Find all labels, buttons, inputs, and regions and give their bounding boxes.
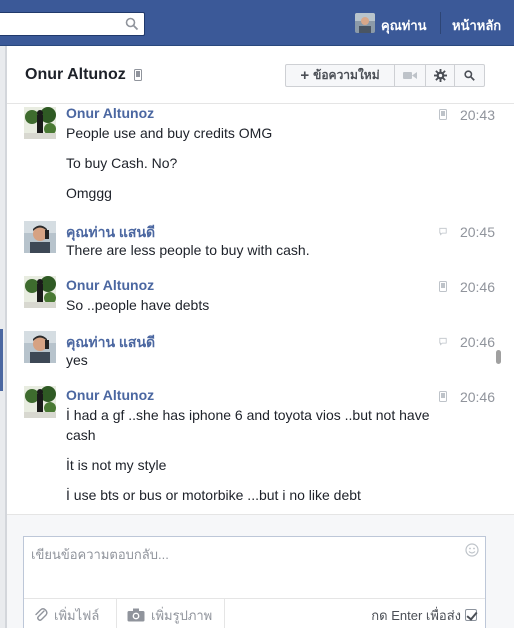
avatar[interactable] bbox=[24, 276, 56, 308]
video-camera-icon bbox=[403, 72, 417, 79]
message-group: คุณท่าน แสนดี 20:45 There are less peopl… bbox=[7, 221, 503, 271]
message-text: To buy Cash. No? bbox=[66, 155, 178, 171]
message-text: İ use bts or bus or motorbike ...but i n… bbox=[66, 487, 361, 503]
new-message-label: ข้อความใหม่ bbox=[313, 68, 380, 82]
mobile-phone-icon bbox=[439, 391, 447, 402]
reply-input[interactable] bbox=[31, 544, 461, 564]
mobile-phone-icon bbox=[134, 69, 142, 81]
message-text: İ had a gf ..she has iphone 6 and toyota… bbox=[66, 407, 430, 423]
emoji-icon[interactable] bbox=[465, 543, 479, 557]
message-timestamp: 20:46 bbox=[459, 389, 495, 405]
sender-name[interactable]: Onur Altunoz bbox=[66, 387, 154, 403]
divider bbox=[440, 12, 441, 34]
message-group: Onur Altunoz 20:43 People use and buy cr… bbox=[7, 104, 503, 214]
settings-button[interactable] bbox=[426, 64, 455, 87]
message-group: คุณท่าน แสนดี 20:46 yes bbox=[7, 331, 503, 381]
message-timestamp: 20:46 bbox=[459, 279, 495, 295]
message-text: So ..people have debts bbox=[66, 297, 210, 313]
message-text: Omggg bbox=[66, 185, 112, 201]
message-list[interactable]: Onur Altunoz 20:43 People use and buy cr… bbox=[7, 104, 507, 514]
plus-icon: + bbox=[300, 67, 310, 84]
avatar[interactable] bbox=[24, 107, 56, 139]
message-text: People use and buy credits OMG bbox=[66, 125, 273, 141]
message-text: yes bbox=[66, 352, 88, 368]
message-text: There are less people to buy with cash. bbox=[66, 242, 310, 258]
mobile-phone-icon bbox=[439, 281, 447, 292]
avatar[interactable] bbox=[24, 331, 56, 363]
new-message-button[interactable]: + ข้อความใหม่ bbox=[285, 64, 395, 87]
message-group: Onur Altunoz 20:46 So ..people have debt… bbox=[7, 276, 503, 326]
avatar[interactable] bbox=[24, 386, 56, 418]
add-file-label: เพิ่มไฟล์ bbox=[54, 607, 100, 623]
add-photo-label: เพิ่มรูปภาพ bbox=[151, 607, 213, 623]
composer-toolbar: เพิ่มไฟล์ เพิ่มรูปภาพ กด Enter เพื่อส่ง bbox=[24, 598, 485, 628]
reply-composer-area: เพิ่มไฟล์ เพิ่มรูปภาพ กด Enter เพื่อส่ง bbox=[7, 514, 514, 628]
video-call-button[interactable] bbox=[395, 64, 426, 87]
avatar[interactable] bbox=[24, 221, 56, 253]
enter-to-send-checkbox[interactable] bbox=[465, 609, 477, 621]
camera-icon bbox=[127, 608, 145, 622]
sender-name[interactable]: Onur Altunoz bbox=[66, 105, 154, 121]
left-sidebar-accent bbox=[0, 329, 3, 391]
paperclip-icon bbox=[35, 608, 48, 621]
search-conversation-button[interactable] bbox=[455, 64, 485, 87]
chat-bubble-icon bbox=[439, 337, 447, 346]
message-group: Onur Altunoz 20:46 İ had a gf ..she has … bbox=[7, 386, 503, 514]
conversation-title[interactable]: Onur Altunoz bbox=[25, 66, 126, 84]
add-photo-button[interactable]: เพิ่มรูปภาพ bbox=[116, 599, 212, 628]
home-link[interactable]: หน้าหลัก bbox=[452, 15, 501, 36]
mobile-phone-icon bbox=[439, 109, 447, 120]
enter-to-send-label: กด Enter เพื่อส่ง bbox=[371, 607, 461, 623]
message-text: İt is not my style bbox=[66, 457, 167, 473]
sender-name[interactable]: Onur Altunoz bbox=[66, 277, 154, 293]
message-timestamp: 20:43 bbox=[459, 107, 495, 123]
search-icon[interactable] bbox=[125, 17, 139, 31]
divider bbox=[224, 599, 225, 628]
reply-composer: เพิ่มไฟล์ เพิ่มรูปภาพ กด Enter เพื่อส่ง bbox=[23, 536, 486, 628]
enter-to-send-toggle[interactable]: กด Enter เพื่อส่ง bbox=[371, 599, 477, 628]
conversation-panel: Onur Altunoz + ข้อความใหม่ Onur Altunoz … bbox=[6, 46, 514, 628]
conversation-header: Onur Altunoz + ข้อความใหม่ bbox=[7, 46, 514, 104]
conversation-actions: + ข้อความใหม่ bbox=[285, 64, 485, 87]
search-input[interactable] bbox=[0, 12, 145, 36]
message-text: cash bbox=[66, 427, 96, 443]
gear-icon bbox=[433, 69, 447, 82]
search-icon bbox=[464, 70, 475, 81]
scrollbar-thumb[interactable] bbox=[496, 350, 501, 364]
top-navigation-bar: คุณท่าน หน้าหลัก bbox=[0, 0, 514, 46]
avatar[interactable] bbox=[355, 13, 375, 33]
message-timestamp: 20:46 bbox=[459, 334, 495, 350]
chat-bubble-icon bbox=[439, 227, 447, 236]
add-file-button[interactable]: เพิ่มไฟล์ bbox=[34, 599, 99, 628]
message-timestamp: 20:45 bbox=[459, 224, 495, 240]
profile-link[interactable]: คุณท่าน bbox=[381, 15, 427, 36]
